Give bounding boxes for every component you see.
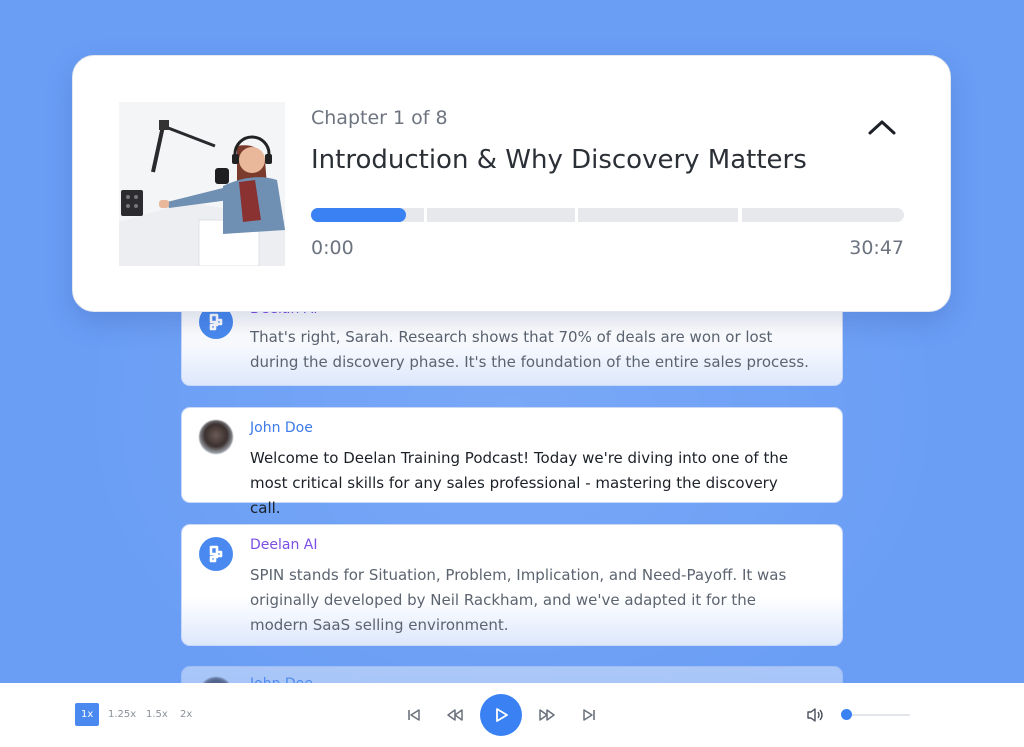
volume-icon [807, 708, 823, 722]
volume-button[interactable] [806, 707, 824, 723]
play-button[interactable] [480, 694, 522, 736]
speed-1x-button[interactable]: 1x [75, 703, 100, 726]
chapter-progress-bar[interactable] [311, 208, 904, 222]
previous-chapter-button[interactable] [404, 705, 424, 725]
now-playing-card: Chapter 1 of 8 Introduction & Why Discov… [72, 55, 951, 312]
current-time: 0:00 [311, 237, 354, 259]
john-doe-avatar [199, 420, 233, 454]
message-text: SPIN stands for Situation, Problem, Impl… [250, 566, 787, 634]
skip-next-icon [583, 709, 595, 721]
message-text: Welcome to Deelan Training Podcast! Toda… [250, 449, 789, 517]
speaker-name: Deelan AI [250, 537, 318, 553]
progress-fill [311, 208, 406, 222]
rewind-icon [447, 709, 463, 721]
cover-image [119, 102, 285, 266]
collapse-button[interactable] [864, 112, 900, 142]
speed-1-25x-button[interactable]: 1.25x [102, 703, 142, 726]
speaker-name: John Doe [250, 420, 313, 436]
speed-2x-button[interactable]: 2x [174, 703, 198, 726]
message-text: That's right, Sarah. Research shows that… [250, 328, 809, 371]
next-chapter-button[interactable] [579, 705, 599, 725]
speed-1-5x-button[interactable]: 1.5x [140, 703, 174, 726]
volume-slider-track[interactable] [846, 714, 910, 716]
skip-previous-icon [408, 709, 420, 721]
transcript-message: John Doe Welcome to Deelan Training Podc… [181, 407, 843, 517]
play-icon [496, 708, 508, 722]
chapter-label: Chapter 1 of 8 [311, 107, 448, 129]
volume-slider-handle[interactable] [841, 709, 852, 720]
rewind-button[interactable] [445, 705, 465, 725]
transcript-message: Deelan AI SPIN stands for Situation, Pro… [181, 524, 843, 646]
total-time: 30:47 [849, 237, 904, 259]
fast-forward-button[interactable] [537, 705, 557, 725]
deelan-ai-avatar [199, 537, 233, 571]
fast-forward-icon [539, 709, 555, 721]
deelan-logo-icon [209, 313, 223, 331]
chapter-segment[interactable] [578, 208, 738, 222]
playback-control-bar: 1x 1.25x 1.5x 2x [0, 683, 1024, 747]
podcast-host-image [119, 102, 285, 266]
deelan-logo-icon [209, 545, 223, 563]
chevron-up-icon [868, 120, 896, 135]
chapter-title: Introduction & Why Discovery Matters [311, 145, 807, 175]
chapter-segment[interactable] [742, 208, 904, 222]
chapter-segment[interactable] [427, 208, 575, 222]
